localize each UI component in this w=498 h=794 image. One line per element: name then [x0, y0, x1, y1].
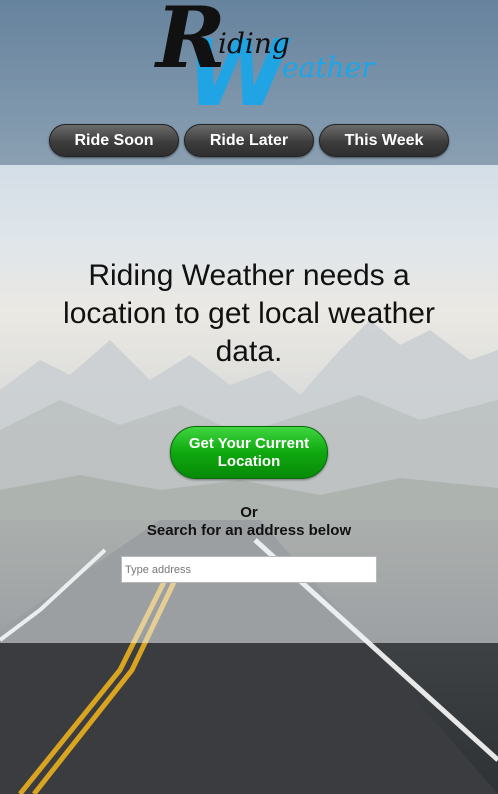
tab-ride-soon[interactable]: Ride Soon	[49, 124, 179, 157]
tab-this-week[interactable]: This Week	[319, 124, 449, 157]
logo-word-eather: eather	[282, 51, 375, 84]
logo-word-iding: iding	[218, 27, 290, 60]
app-header: W R iding eather Ride Soon Ride Later Th…	[0, 0, 498, 165]
forecast-tabs: Ride Soon Ride Later This Week	[49, 124, 449, 157]
tab-ride-later[interactable]: Ride Later	[184, 124, 314, 157]
logo-letter-r: R	[156, 0, 226, 87]
get-current-location-button[interactable]: Get Your Current Location	[170, 426, 328, 479]
riding-weather-logo: W R iding eather	[150, 0, 375, 120]
address-input[interactable]	[121, 556, 377, 583]
location-panel: Riding Weather needs a location to get l…	[0, 165, 498, 643]
location-required-message: Riding Weather needs a location to get l…	[63, 259, 435, 368]
search-address-label: Search for an address below	[146, 522, 352, 539]
or-label: Or	[240, 504, 258, 521]
